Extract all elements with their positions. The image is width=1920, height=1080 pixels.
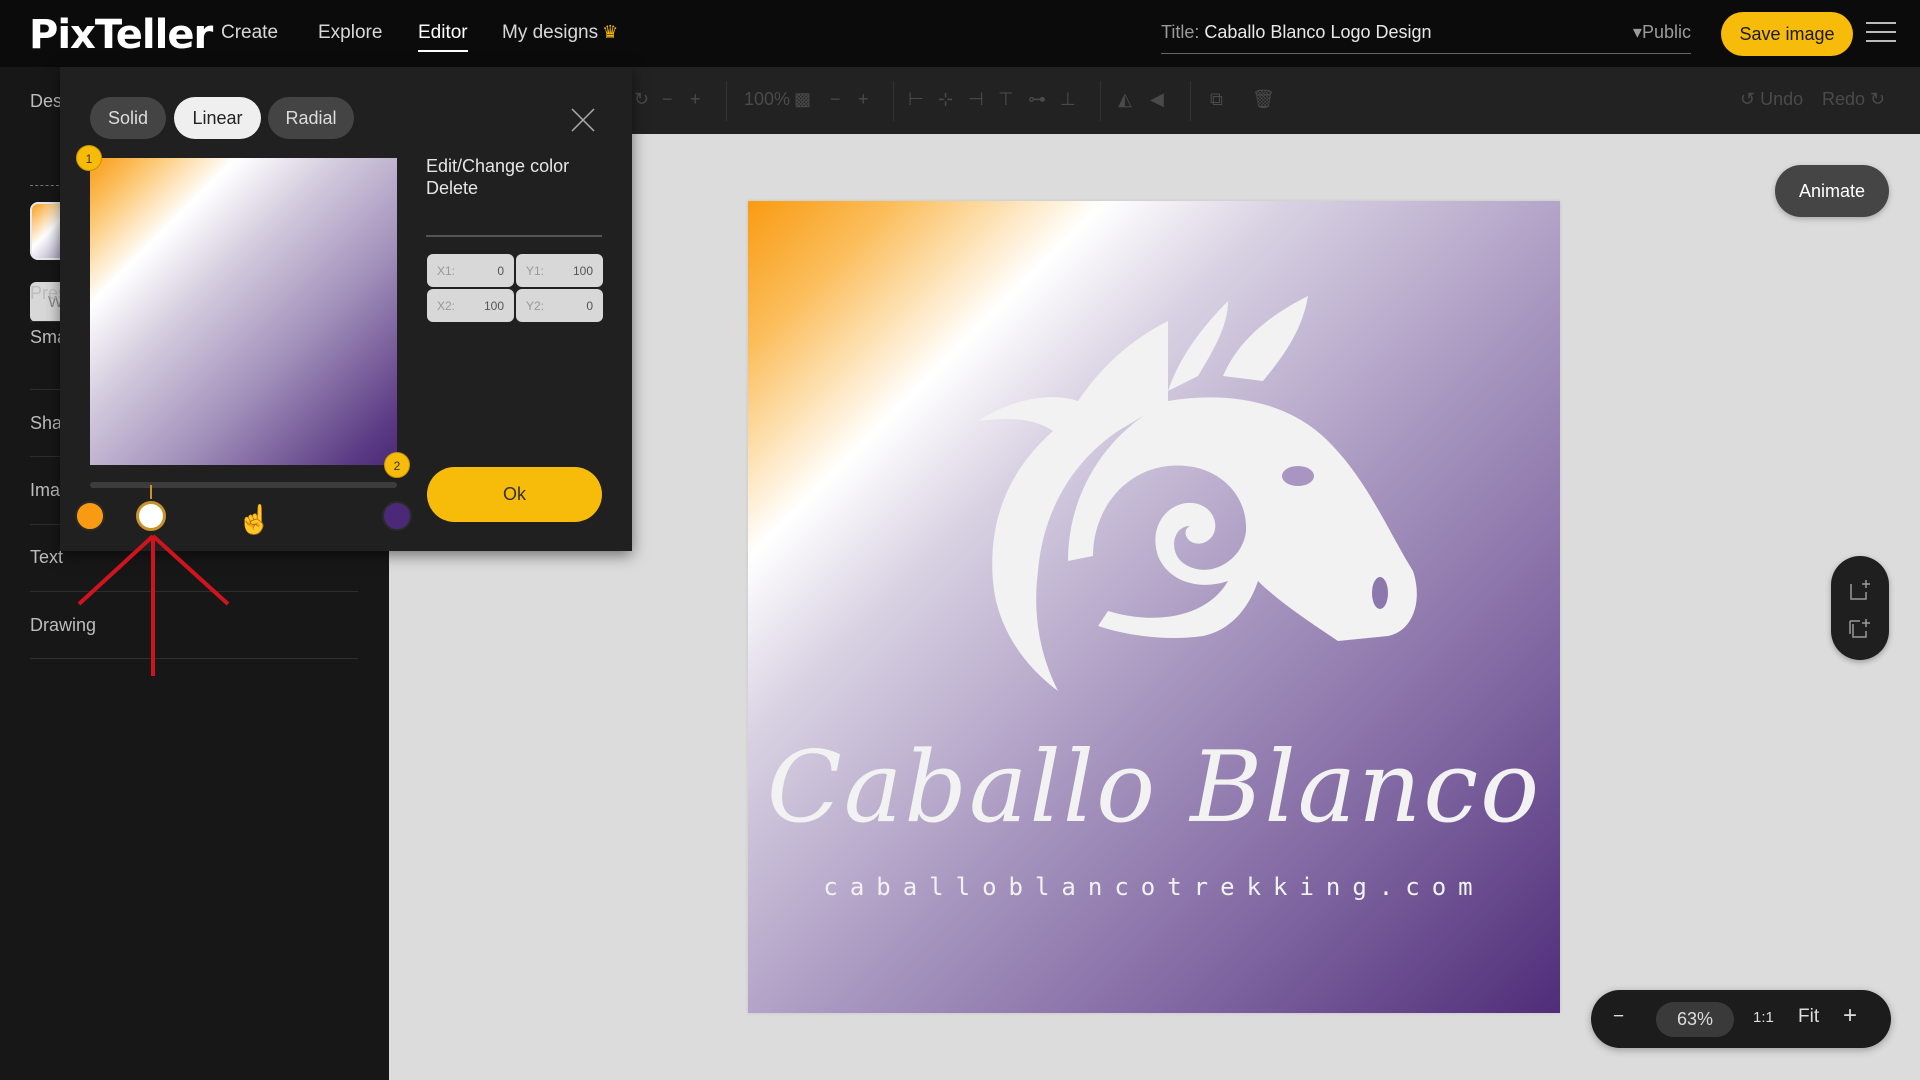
align-right-icon[interactable]: ⊣ bbox=[968, 89, 984, 110]
undo-icon: ↺ bbox=[1740, 89, 1756, 109]
sidebar-item-shapes[interactable]: Sha bbox=[30, 413, 62, 434]
gradient-stop-1[interactable] bbox=[75, 501, 105, 531]
toolbar-divider bbox=[726, 81, 727, 121]
align-bottom-icon[interactable]: ⊥ bbox=[1060, 89, 1076, 110]
page-tools bbox=[1831, 556, 1889, 660]
x2-value[interactable]: 100 bbox=[484, 299, 504, 313]
sidebar-divider bbox=[30, 658, 358, 659]
nav-editor[interactable]: Editor bbox=[418, 22, 468, 52]
zoom-percent[interactable]: 63% bbox=[1656, 1002, 1734, 1037]
redo-button[interactable]: Redo ↻ bbox=[1822, 89, 1885, 110]
x1-field[interactable]: X1: 0 bbox=[427, 254, 514, 287]
flip-horizontal-icon[interactable]: ◭ bbox=[1118, 89, 1132, 110]
x1-label: X1: bbox=[437, 264, 456, 278]
animate-button[interactable]: Animate bbox=[1775, 165, 1889, 217]
menu-divider bbox=[426, 235, 602, 237]
toolbar-divider bbox=[1190, 81, 1191, 121]
zoom-in-button[interactable]: + bbox=[1843, 1002, 1857, 1030]
title-label: Title: bbox=[1161, 22, 1200, 42]
trash-icon[interactable]: 🗑 bbox=[1252, 89, 1275, 110]
top-bar: PixTeller Create Explore Editor My desig… bbox=[0, 0, 1920, 67]
title-field[interactable]: Title: Caballo Blanco Logo Design ▾Publi… bbox=[1161, 22, 1691, 54]
undo-label: Undo bbox=[1760, 89, 1804, 109]
brand-url-text[interactable]: caballoblancotrekking.com bbox=[748, 873, 1560, 901]
y2-label: Y2: bbox=[526, 299, 545, 313]
redo-label: Redo bbox=[1822, 89, 1866, 109]
visibility-dropdown[interactable]: ▾Public bbox=[1633, 22, 1691, 43]
y2-value[interactable]: 0 bbox=[586, 299, 593, 313]
gradient-stop-3[interactable] bbox=[382, 501, 412, 531]
x2-label: X2: bbox=[437, 299, 456, 313]
zoom-1-1-button[interactable]: 1:1 bbox=[1753, 1009, 1774, 1026]
save-image-button[interactable]: Save image bbox=[1721, 12, 1853, 56]
x2-field[interactable]: X2: 100 bbox=[427, 289, 514, 322]
edit-change-color-option[interactable]: Edit/Change color bbox=[426, 155, 602, 177]
sidebar-item-drawing[interactable]: Drawing bbox=[30, 615, 96, 636]
align-center-icon[interactable]: ⊹ bbox=[938, 89, 953, 110]
opacity-minus-button[interactable]: − bbox=[830, 89, 841, 110]
undo-button[interactable]: ↺ Undo bbox=[1740, 89, 1803, 110]
pixteller-logo[interactable]: PixTeller bbox=[29, 12, 213, 58]
redo-icon: ↻ bbox=[1870, 89, 1886, 109]
opacity-plus-button[interactable]: + bbox=[858, 89, 869, 110]
sidebar-divider bbox=[30, 591, 358, 592]
gradient-handle-1[interactable]: 1 bbox=[76, 145, 102, 171]
duplicate-icon[interactable]: ⧉ bbox=[1210, 89, 1223, 110]
close-icon[interactable] bbox=[570, 107, 596, 133]
gradient-stop-2[interactable] bbox=[136, 501, 167, 531]
horse-logo-graphic[interactable] bbox=[868, 281, 1428, 721]
transparency-icon: ▩ bbox=[794, 89, 812, 109]
align-left-icon[interactable]: ⊢ bbox=[908, 89, 924, 110]
tab-radial[interactable]: Radial bbox=[268, 97, 354, 139]
nav-my-designs-label: My designs bbox=[502, 22, 599, 43]
design-section-label: Des bbox=[30, 91, 63, 111]
duplicate-page-icon[interactable] bbox=[1848, 616, 1872, 640]
y2-field[interactable]: Y2: 0 bbox=[516, 289, 603, 322]
sidebar-item-images[interactable]: Ima bbox=[30, 480, 60, 501]
hamburger-menu-icon[interactable] bbox=[1866, 22, 1896, 44]
ok-button[interactable]: Ok bbox=[427, 467, 602, 522]
add-page-icon[interactable] bbox=[1848, 578, 1872, 602]
nav-create[interactable]: Create bbox=[221, 22, 278, 44]
caret-down-icon: ▾ bbox=[1632, 22, 1642, 42]
gradient-stop-track[interactable] bbox=[90, 482, 397, 488]
align-middle-icon[interactable]: ⊶ bbox=[1028, 89, 1046, 110]
toolbar-divider bbox=[893, 81, 894, 121]
sidebar-item-text[interactable]: Text bbox=[30, 547, 63, 568]
rotate-icon[interactable]: ↻ bbox=[634, 89, 649, 110]
x1-value[interactable]: 0 bbox=[497, 264, 504, 278]
delete-option[interactable]: Delete bbox=[426, 177, 602, 199]
nav-my-designs[interactable]: My designs ♛ bbox=[502, 22, 618, 44]
brand-title-text[interactable]: Caballo Blanco bbox=[748, 731, 1560, 845]
y1-value[interactable]: 100 bbox=[573, 264, 593, 278]
tab-linear[interactable]: Linear bbox=[174, 97, 261, 139]
toolbar-divider bbox=[1100, 81, 1101, 121]
gradient-editor-popup: Solid Linear Radial 1 2 Edit/Change colo… bbox=[60, 67, 632, 551]
gradient-preview[interactable] bbox=[90, 158, 397, 465]
rotate-plus-button[interactable]: + bbox=[690, 89, 701, 110]
zoom-fit-button[interactable]: Fit bbox=[1798, 1006, 1819, 1028]
crown-icon: ♛ bbox=[602, 22, 619, 42]
zoom-controls: − 63% 1:1 Fit + bbox=[1591, 990, 1891, 1048]
design-canvas[interactable]: Caballo Blanco caballoblancotrekking.com bbox=[748, 201, 1560, 1013]
opacity-value: 100% bbox=[744, 89, 791, 109]
align-top-icon[interactable]: ⊤ bbox=[998, 89, 1014, 110]
rotate-minus-button[interactable]: − bbox=[662, 89, 673, 110]
visibility-label: Public bbox=[1641, 22, 1691, 42]
gradient-stop-stem bbox=[150, 485, 153, 499]
y1-label: Y1: bbox=[526, 264, 545, 278]
flip-vertical-icon[interactable]: ◀ bbox=[1150, 89, 1164, 110]
hand-cursor-icon: ☝ bbox=[237, 504, 272, 535]
tab-solid[interactable]: Solid bbox=[90, 97, 166, 139]
stop-actions-menu: Edit/Change color Delete bbox=[426, 155, 602, 199]
gradient-handle-2[interactable]: 2 bbox=[384, 452, 410, 478]
nav-explore[interactable]: Explore bbox=[318, 22, 382, 44]
y1-field[interactable]: Y1: 100 bbox=[516, 254, 603, 287]
title-value[interactable]: Caballo Blanco Logo Design bbox=[1204, 22, 1431, 42]
zoom-out-button[interactable]: − bbox=[1613, 1006, 1624, 1028]
